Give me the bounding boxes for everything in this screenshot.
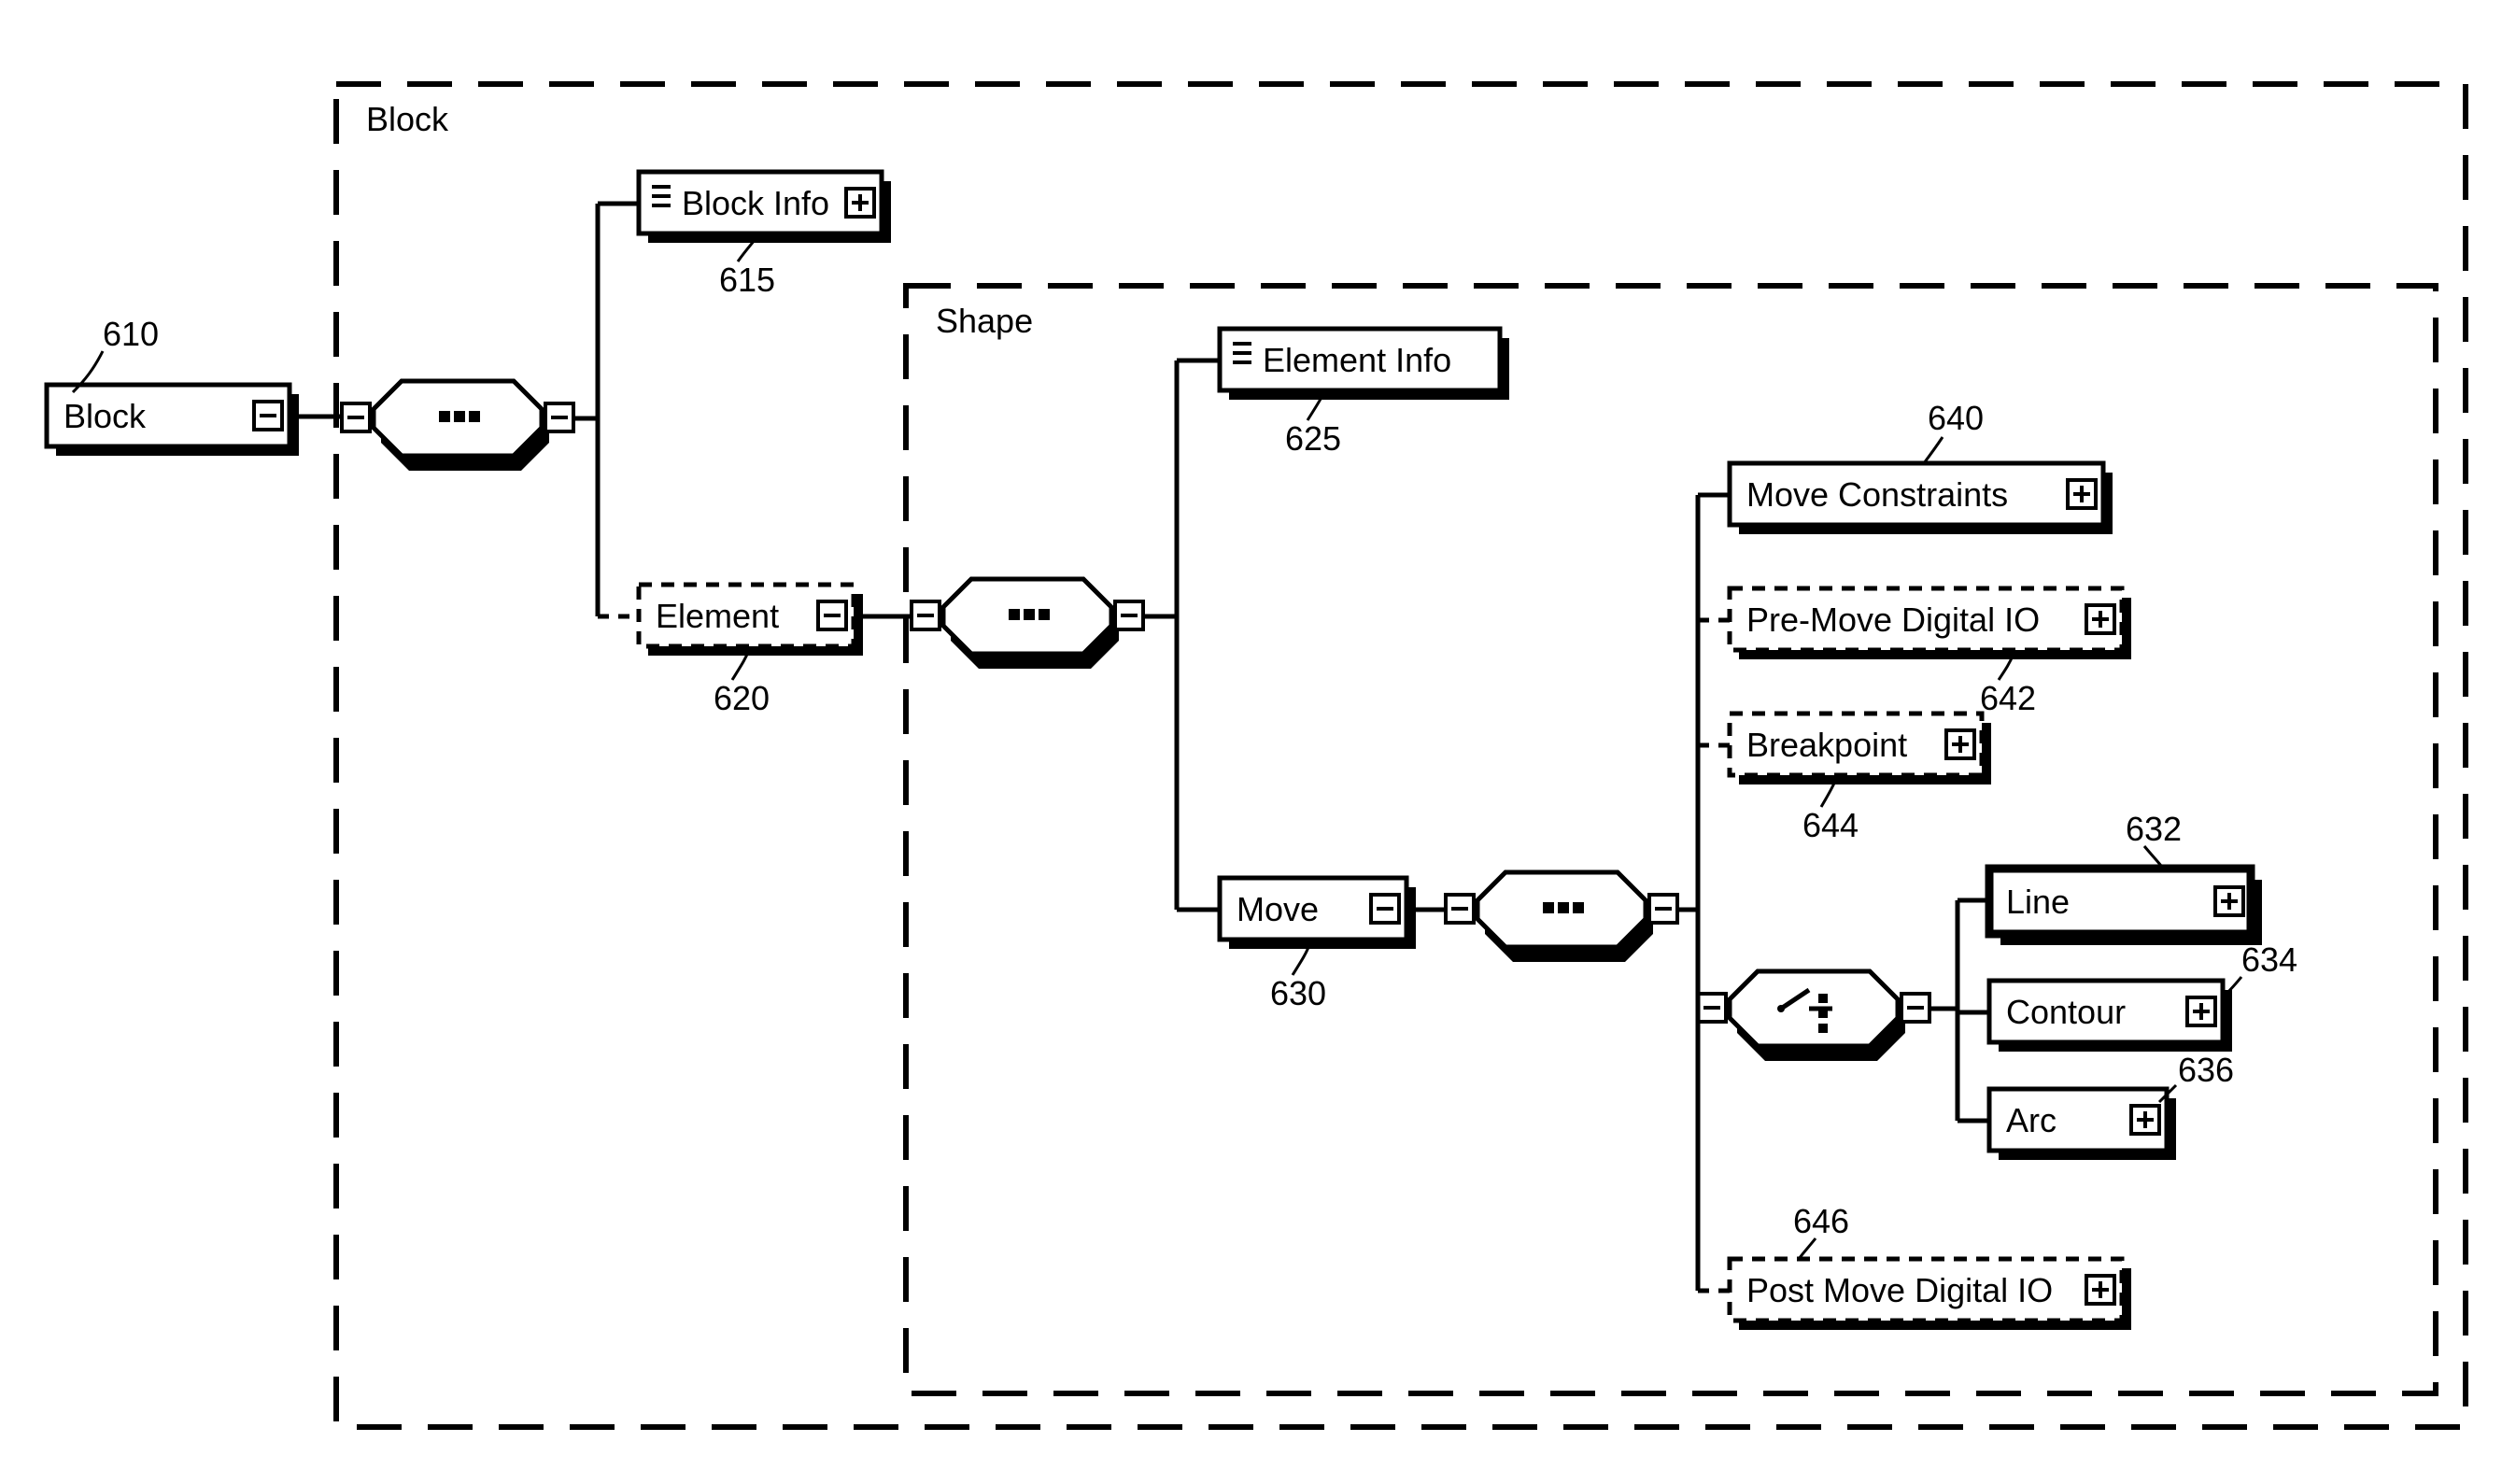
collapse-icon[interactable]	[545, 403, 573, 431]
collapse-icon[interactable]	[342, 403, 370, 431]
node-element-info[interactable]: Element Info	[1220, 329, 1509, 400]
collapse-icon[interactable]	[254, 402, 282, 430]
node-move-label: Move	[1237, 890, 1319, 928]
ref-breakpoint: 644	[1802, 806, 1859, 844]
expand-icon[interactable]	[2131, 1106, 2159, 1134]
node-contour[interactable]: Contour	[1989, 981, 2232, 1052]
collapse-icon[interactable]	[1115, 601, 1143, 629]
node-breakpoint[interactable]: Breakpoint	[1730, 714, 1991, 784]
collapse-icon[interactable]	[1371, 895, 1399, 923]
node-block-label: Block	[64, 397, 147, 435]
collapse-icon[interactable]	[1446, 895, 1474, 923]
ref-arc: 636	[2178, 1051, 2234, 1089]
frame-block-label: Block	[366, 100, 449, 138]
node-block[interactable]: Block	[47, 385, 299, 456]
node-move-constraints-label: Move Constraints	[1746, 475, 2008, 514]
collapse-icon[interactable]	[912, 601, 940, 629]
node-pre-move-dio-label: Pre-Move Digital IO	[1746, 601, 2040, 639]
node-contour-label: Contour	[2006, 993, 2126, 1031]
collapse-icon[interactable]	[818, 601, 846, 629]
node-line-label: Line	[2006, 883, 2070, 921]
frame-shape-label: Shape	[936, 302, 1033, 340]
collapse-icon[interactable]	[1901, 994, 1929, 1022]
junction-block-seq[interactable]	[342, 381, 573, 471]
ref-pre-move-dio: 642	[1980, 679, 2036, 717]
expand-icon[interactable]	[2086, 1276, 2114, 1304]
ref-block-info: 615	[719, 261, 775, 299]
ref-post-move-dio: 646	[1793, 1202, 1849, 1240]
node-block-info[interactable]: Block Info	[639, 172, 891, 243]
junction-move-seq[interactable]	[1446, 872, 1677, 962]
node-post-move-dio[interactable]: Post Move Digital IO	[1730, 1259, 2131, 1330]
node-line[interactable]: Line	[1989, 869, 2262, 945]
expand-icon[interactable]	[846, 189, 874, 217]
node-element-label: Element	[656, 597, 779, 635]
ref-element: 620	[714, 679, 770, 717]
node-post-move-dio-label: Post Move Digital IO	[1746, 1271, 2053, 1309]
ref-move-constraints: 640	[1928, 399, 1984, 437]
ref-line: 632	[2126, 810, 2182, 848]
ref-element-info: 625	[1285, 419, 1341, 458]
expand-icon[interactable]	[1946, 730, 1974, 758]
expand-icon[interactable]	[2187, 997, 2215, 1025]
frame-shape: Shape	[906, 286, 2436, 1393]
ref-move: 630	[1270, 974, 1326, 1012]
junction-geom-choice[interactable]	[1698, 971, 1929, 1061]
node-pre-move-dio[interactable]: Pre-Move Digital IO	[1730, 588, 2131, 659]
node-breakpoint-label: Breakpoint	[1746, 726, 1907, 764]
expand-icon[interactable]	[2086, 605, 2114, 633]
node-element-info-label: Element Info	[1263, 341, 1451, 379]
node-arc[interactable]: Arc	[1989, 1089, 2176, 1160]
node-move-constraints[interactable]: Move Constraints	[1730, 463, 2113, 534]
node-block-info-label: Block Info	[682, 184, 829, 222]
node-move[interactable]: Move	[1220, 878, 1416, 949]
diagram-canvas: Block Shape	[0, 0, 2516, 1484]
ref-contour: 634	[2241, 940, 2297, 979]
node-arc-label: Arc	[2006, 1101, 2057, 1139]
expand-icon[interactable]	[2215, 887, 2243, 915]
expand-icon[interactable]	[2068, 480, 2096, 508]
ref-block: 610	[103, 315, 159, 353]
node-element[interactable]: Element	[639, 585, 863, 656]
collapse-icon[interactable]	[1649, 895, 1677, 923]
junction-element-seq[interactable]	[912, 579, 1143, 669]
collapse-icon[interactable]	[1698, 994, 1726, 1022]
